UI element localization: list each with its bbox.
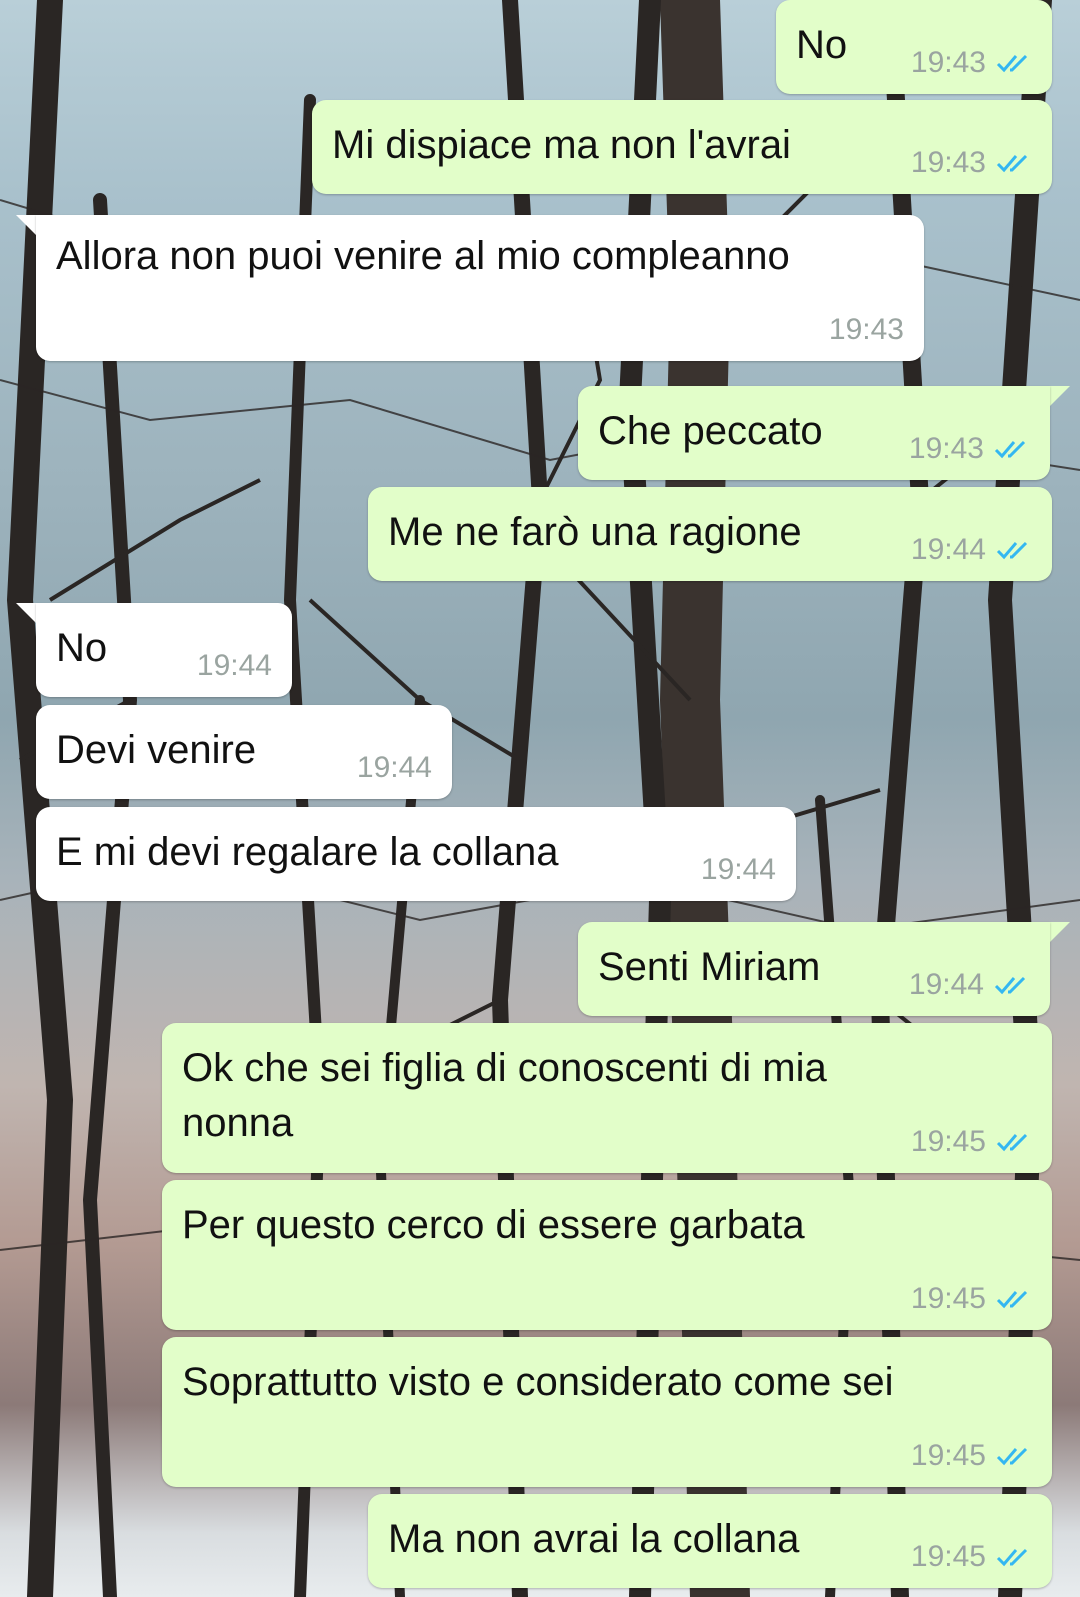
message-text: Senti Miriam: [598, 945, 821, 989]
message-text: Soprattutto visto e considerato come sei: [182, 1360, 894, 1404]
bubble-tail: [1048, 922, 1070, 944]
message-text: Ma non avrai la collana: [388, 1517, 800, 1561]
message-meta: 19:45: [911, 1540, 1032, 1574]
message-meta: 19:45: [911, 1282, 1032, 1316]
message-meta: 19:45: [911, 1125, 1032, 1159]
message-text: No: [796, 23, 848, 67]
double-check-icon: [994, 440, 1026, 459]
bubble-tail: [16, 603, 38, 625]
message-text: Per questo cerco di essere garbata: [182, 1203, 805, 1247]
message-time: 19:45: [910, 1439, 986, 1472]
message-time: 19:44: [908, 968, 984, 1001]
message-time: 19:45: [910, 1540, 986, 1573]
message-meta: 19:44: [701, 853, 776, 887]
message-time: 19:44: [196, 649, 272, 682]
message-bubble-incoming[interactable]: No 19:44: [36, 603, 292, 697]
double-check-icon: [996, 1447, 1028, 1466]
message-meta: 19:43: [829, 313, 904, 347]
message-bubble-outgoing[interactable]: Senti Miriam 19:44: [578, 922, 1050, 1016]
message-meta: 19:43: [911, 46, 1032, 80]
message-text: Allora non puoi venire al mio compleanno: [56, 234, 790, 278]
message-bubble-outgoing[interactable]: Me ne farò una ragione 19:44: [368, 487, 1052, 581]
message-time: 19:45: [910, 1125, 986, 1158]
message-text: Che peccato: [598, 409, 823, 453]
message-bubble-incoming[interactable]: E mi devi regalare la collana 19:44: [36, 807, 796, 901]
message-text: Mi dispiace ma non l'avrai: [332, 123, 791, 167]
message-meta: 19:44: [357, 751, 432, 785]
bubble-tail: [1048, 386, 1070, 408]
double-check-icon: [996, 1548, 1028, 1567]
double-check-icon: [996, 541, 1028, 560]
message-time: 19:44: [700, 853, 776, 886]
message-time: 19:43: [828, 313, 904, 346]
double-check-icon: [996, 1133, 1028, 1152]
message-time: 19:45: [910, 1282, 986, 1315]
message-meta: 19:44: [197, 649, 272, 683]
message-bubble-incoming[interactable]: Devi venire 19:44: [36, 705, 452, 799]
message-bubble-incoming[interactable]: Allora non puoi venire al mio compleanno…: [36, 215, 924, 361]
message-time: 19:43: [910, 46, 986, 79]
message-bubble-outgoing[interactable]: Per questo cerco di essere garbata 19:45: [162, 1180, 1052, 1330]
message-text: No: [56, 626, 108, 670]
message-meta: 19:45: [911, 1439, 1032, 1473]
message-text: Devi venire: [56, 728, 257, 772]
message-time: 19:44: [356, 751, 432, 784]
message-bubble-outgoing[interactable]: Ma non avrai la collana 19:45: [368, 1494, 1052, 1588]
double-check-icon: [996, 54, 1028, 73]
message-bubble-outgoing[interactable]: Ok che sei figlia di conoscenti di mia n…: [162, 1023, 1052, 1173]
message-text: E mi devi regalare la collana: [56, 830, 559, 874]
double-check-icon: [996, 154, 1028, 173]
message-list[interactable]: No 19:43 Mi dispiace ma non l'avrai 19:4…: [0, 0, 1080, 1597]
message-bubble-outgoing[interactable]: No 19:43: [776, 0, 1052, 94]
message-meta: 19:43: [909, 432, 1030, 466]
message-meta: 19:44: [911, 533, 1032, 567]
message-meta: 19:43: [911, 146, 1032, 180]
message-bubble-outgoing[interactable]: Mi dispiace ma non l'avrai 19:43: [312, 100, 1052, 194]
message-bubble-outgoing[interactable]: Che peccato 19:43: [578, 386, 1050, 480]
double-check-icon: [994, 976, 1026, 995]
message-text: Me ne farò una ragione: [388, 510, 802, 554]
message-meta: 19:44: [909, 968, 1030, 1002]
message-time: 19:44: [910, 533, 986, 566]
message-time: 19:43: [910, 146, 986, 179]
message-time: 19:43: [908, 432, 984, 465]
double-check-icon: [996, 1290, 1028, 1309]
bubble-tail: [16, 215, 38, 237]
message-bubble-outgoing[interactable]: Soprattutto visto e considerato come sei…: [162, 1337, 1052, 1487]
message-text: Ok che sei figlia di conoscenti di mia n…: [182, 1046, 827, 1145]
